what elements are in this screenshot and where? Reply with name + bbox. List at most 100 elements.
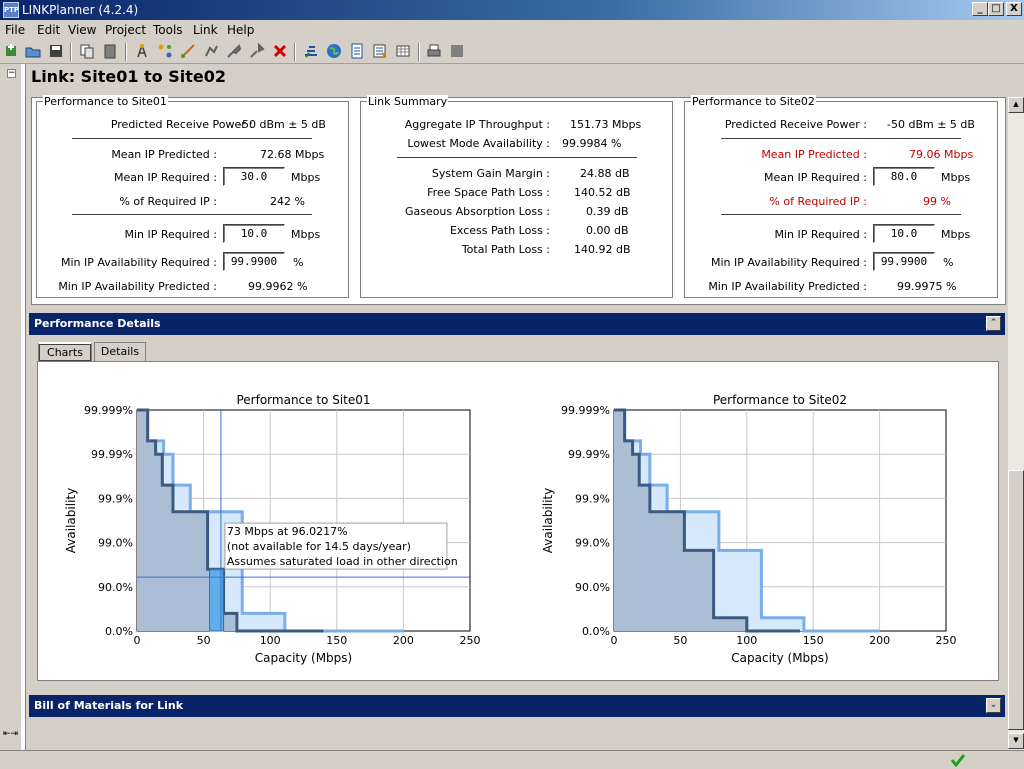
scroll-down-button[interactable]: ▼ (1008, 733, 1024, 749)
min-ip-required-input[interactable]: 10.0 (873, 224, 935, 243)
edit-pmp-icon[interactable] (226, 43, 242, 59)
add-link-icon[interactable] (157, 43, 173, 59)
y-tick-label: 99.9% (98, 492, 133, 505)
performance-details-title: Performance Details (34, 317, 161, 330)
menu-link[interactable]: Link (193, 23, 218, 37)
charts-panel: Performance to Site01 0 50 100 150 200 250 99.9… (37, 361, 999, 681)
y-tick-label: 99.999% (561, 404, 610, 417)
edit-link-icon[interactable] (180, 43, 196, 59)
mean-ip-predicted-value: 72.68 Mbps (260, 148, 325, 161)
paste-icon[interactable] (102, 43, 118, 59)
pct-required-value: 99 % (923, 195, 951, 208)
add-pmp-icon[interactable] (203, 43, 219, 59)
tooltip-line: 73 Mbps at 96.0217% (227, 525, 348, 538)
menu-tools[interactable]: Tools (153, 23, 183, 37)
bill-of-materials-header[interactable]: Bill of Materials for Link ⌄ (29, 695, 1005, 717)
tooltip-line: Assumes saturated load in other directio… (227, 555, 458, 568)
fspl-label: Free Space Path Loss : (427, 186, 550, 199)
scroll-thumb[interactable] (1008, 470, 1024, 730)
min-avail-required-input[interactable]: 99.9900 (223, 252, 285, 271)
aggregate-ip-label: Aggregate IP Throughput : (404, 118, 550, 131)
mean-ip-required-unit: Mbps (941, 171, 971, 184)
mean-ip-required-input[interactable]: 80.0 (873, 167, 935, 186)
min-avail-predicted-value: 99.9962 % (248, 280, 308, 293)
mean-ip-predicted-label: Mean IP Predicted : (761, 148, 867, 161)
tab-charts[interactable]: Charts (38, 342, 92, 361)
x-tick-label: 200 (393, 634, 414, 647)
pct-required-value: 242 % (270, 195, 305, 208)
menu-help[interactable]: Help (227, 23, 254, 37)
system-gain-label: System Gain Margin : (431, 167, 550, 180)
menu-edit[interactable]: Edit (37, 23, 60, 37)
min-ip-required-label: Min IP Required : (124, 228, 217, 241)
link-summary-panel: Link Summary Aggregate IP Throughput : 1… (360, 95, 673, 298)
lowest-mode-value: 99.9984 % (562, 137, 622, 150)
perf-site01-title: Performance to Site01 (43, 95, 168, 108)
y-tick-label: 0.0% (105, 625, 133, 638)
min-avail-required-unit: % (943, 256, 954, 269)
predicted-receive-power-label: Predicted Receive Power : (724, 118, 867, 131)
y-tick-label: 99.999% (84, 404, 133, 417)
menu-view[interactable]: View (68, 23, 96, 37)
mean-ip-required-label: Mean IP Required : (763, 171, 867, 184)
tree-collapse-icon[interactable]: − (7, 69, 16, 78)
page-title: Link: Site01 to Site02 (31, 67, 227, 86)
divider (72, 138, 312, 139)
chart-title: Performance to Site02 (713, 393, 847, 407)
toolbar-separator (70, 43, 72, 61)
mean-ip-predicted-label: Mean IP Predicted : (111, 148, 217, 161)
performance-details-header[interactable]: Performance Details ⌃ (29, 313, 1005, 335)
min-ip-required-input[interactable]: 10.0 (223, 224, 285, 243)
collapse-section-button[interactable]: ⌃ (986, 316, 1001, 331)
save-icon[interactable] (48, 43, 64, 59)
mean-ip-required-label: Mean IP Required : (113, 171, 217, 184)
menu-file[interactable]: File (5, 23, 25, 37)
gaseous-absorption-value: 0.39 dB (586, 205, 629, 218)
window-title: LINKPlanner (4.2.4) (22, 3, 139, 17)
resize-handle-icon[interactable]: ⇤⇥ (3, 729, 18, 739)
scroll-up-button[interactable]: ▲ (1008, 97, 1024, 113)
maximize-button[interactable]: □ (988, 2, 1004, 16)
divider (72, 214, 312, 215)
profile-icon[interactable] (303, 43, 319, 59)
x-tick-label: 100 (260, 634, 281, 647)
mean-ip-required-input[interactable]: 30.0 (223, 167, 285, 186)
delete-icon[interactable] (272, 43, 288, 59)
mean-ip-required-unit: Mbps (291, 171, 321, 184)
pct-required-label: % of Required IP : (119, 195, 217, 208)
divider (721, 138, 961, 139)
close-window-button[interactable]: X (1006, 2, 1022, 16)
y-tick-label: 0.0% (582, 625, 610, 638)
copy-icon[interactable] (79, 43, 95, 59)
perf-site02-title: Performance to Site02 (691, 95, 816, 108)
app-icon: PTP (3, 2, 19, 18)
x-tick-label: 250 (460, 634, 481, 647)
vertical-scrollbar[interactable]: ▲ ▼ (1008, 97, 1024, 750)
add-site-icon[interactable] (134, 43, 150, 59)
open-project-icon[interactable] (25, 43, 41, 59)
google-earth-icon[interactable] (326, 43, 342, 59)
minimize-button[interactable]: _ (972, 2, 988, 16)
expand-section-button[interactable]: ⌄ (986, 698, 1001, 713)
min-avail-required-input[interactable]: 99.9900 (873, 252, 935, 271)
new-project-icon[interactable] (3, 43, 19, 59)
table-icon[interactable] (395, 43, 411, 59)
print-icon[interactable] (426, 43, 442, 59)
x-tick-label: 150 (326, 634, 347, 647)
menu-project[interactable]: Project (105, 23, 146, 37)
edit-tool-icon[interactable] (249, 43, 265, 59)
toolbar-separator (418, 43, 420, 61)
y-tick-label: 90.0% (575, 581, 610, 594)
gaseous-absorption-label: Gaseous Absorption Loss : (404, 205, 550, 218)
min-ip-required-unit: Mbps (291, 228, 321, 241)
min-avail-predicted-label: Min IP Availability Predicted : (708, 280, 867, 293)
min-avail-predicted-label: Min IP Availability Predicted : (58, 280, 217, 293)
excess-path-loss-label: Excess Path Loss : (449, 224, 550, 237)
report-icon[interactable] (349, 43, 365, 59)
x-tick-label: 150 (803, 634, 824, 647)
stop-icon[interactable] (449, 43, 465, 59)
bill-of-materials-icon[interactable] (372, 43, 388, 59)
min-avail-required-label: Min IP Availability Required : (60, 256, 217, 269)
tab-details[interactable]: Details (94, 342, 146, 361)
toolbar-separator (125, 43, 127, 61)
